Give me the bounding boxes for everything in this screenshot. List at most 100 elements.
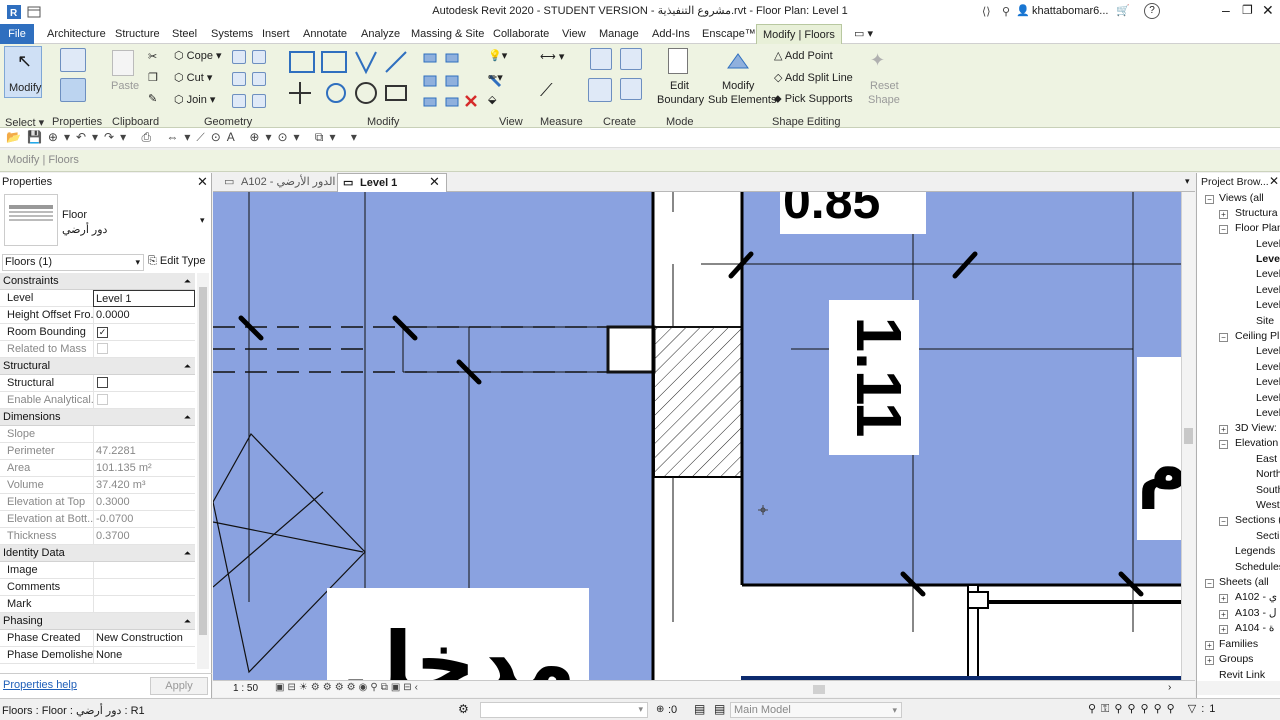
pick-supports-button[interactable]: ⬥ Pick Supports bbox=[774, 93, 853, 106]
canvas-hscroll-right-icon[interactable]: › bbox=[1168, 682, 1171, 693]
modify-sub-label-2[interactable]: Sub Elements bbox=[708, 94, 776, 106]
prop-level[interactable]: Level Level 1 bbox=[0, 290, 195, 307]
properties-scrollbar[interactable] bbox=[197, 273, 209, 669]
tab-structure[interactable]: Structure bbox=[109, 24, 166, 44]
close-icon[interactable]: ✕ bbox=[1262, 2, 1274, 19]
tree-sheet-a102[interactable]: A102 - ي bbox=[1235, 591, 1277, 603]
edit-boundary-label-2[interactable]: Boundary bbox=[657, 94, 704, 106]
tree-site[interactable]: Site bbox=[1256, 315, 1274, 327]
category-constraints[interactable]: Constraints ⏶ bbox=[0, 273, 195, 290]
category-phasing[interactable]: Phasing ⏶ bbox=[0, 613, 195, 630]
measure-icon[interactable]: ⟷ ▾ bbox=[540, 50, 564, 63]
prop-phase-created[interactable]: Phase Created New Construction bbox=[0, 630, 195, 647]
tab-enscape[interactable]: Enscape™ bbox=[696, 24, 762, 44]
tree-families[interactable]: Families bbox=[1219, 638, 1258, 650]
tree-level[interactable]: Level bbox=[1256, 376, 1280, 388]
canvas-hscroll-thumb[interactable] bbox=[813, 685, 825, 694]
prop-phase-demolished[interactable]: Phase Demolished None bbox=[0, 647, 195, 664]
quick-access-icons[interactable]: 📂💾⊕▾↶▾↷▾ ⎙ ⇔▾⟋⊙A ⊕▾⊙▾ ⧉▾ ▾ bbox=[6, 130, 363, 145]
minimize-icon[interactable]: – bbox=[1222, 2, 1230, 18]
cart-icon[interactable]: 🛒 bbox=[1116, 4, 1130, 17]
tree-floor-plans[interactable]: Floor Plan bbox=[1235, 222, 1280, 234]
tree-ceiling-plans[interactable]: Ceiling Pl bbox=[1235, 330, 1279, 342]
view-control-icons[interactable]: ▣⊟☀⚙⚙⚙⚙◉⚲⧉▣⊟‹ bbox=[275, 682, 421, 693]
search-icon[interactable]: ⚲ bbox=[1002, 5, 1010, 18]
properties-icon[interactable] bbox=[60, 78, 86, 102]
worksets-icon[interactable]: ⚙ bbox=[458, 702, 469, 716]
tree-level[interactable]: Level bbox=[1256, 238, 1280, 250]
hide-icon[interactable]: 💡▾ bbox=[488, 49, 507, 62]
prop-structural[interactable]: Structural bbox=[0, 375, 195, 392]
category-structural[interactable]: Structural ⏶ bbox=[0, 358, 195, 375]
tree-structural[interactable]: Structura bbox=[1235, 207, 1278, 219]
close-tab-icon[interactable]: ✕ bbox=[429, 174, 440, 190]
tab-collaborate[interactable]: Collaborate bbox=[487, 24, 555, 44]
dimension-icon[interactable]: ⟋ bbox=[540, 80, 553, 101]
category-dimensions[interactable]: Dimensions ⏶ bbox=[0, 409, 195, 426]
prop-comments[interactable]: Comments bbox=[0, 579, 195, 596]
tabs-dropdown-icon[interactable]: ▾ bbox=[1185, 176, 1190, 187]
cut-geom-icon[interactable]: ✂ bbox=[148, 50, 157, 63]
tab-a102[interactable]: ▭ A102 - الدور الأرضي bbox=[219, 173, 335, 192]
properties-help-link[interactable]: Properties help bbox=[3, 679, 77, 691]
tree-south[interactable]: South bbox=[1256, 484, 1280, 496]
cope-button[interactable]: ⬡ Cope ▾ bbox=[174, 49, 222, 62]
override-icon[interactable]: ✏▾ bbox=[488, 71, 503, 84]
design-options-icon[interactable]: ▤ bbox=[694, 702, 705, 716]
tree-level[interactable]: Level bbox=[1256, 299, 1280, 311]
user-name[interactable]: khattabomar6... bbox=[1032, 5, 1108, 17]
add-split-line-button[interactable]: ◇ Add Split Line bbox=[774, 71, 853, 84]
split-face-icon[interactable] bbox=[252, 94, 266, 108]
user-icon[interactable]: 👤 bbox=[1016, 4, 1030, 17]
workset-select[interactable]: ▾ bbox=[480, 702, 648, 718]
add-point-button[interactable]: △ Add Point bbox=[774, 49, 833, 62]
tree-level[interactable]: Level bbox=[1256, 284, 1280, 296]
tree-views[interactable]: Views (all bbox=[1219, 192, 1264, 204]
tab-steel[interactable]: Steel bbox=[166, 24, 203, 44]
tab-insert[interactable]: Insert bbox=[256, 24, 296, 44]
tab-architecture[interactable]: Architecture bbox=[41, 24, 112, 44]
tree-level[interactable]: Level bbox=[1256, 407, 1280, 419]
tree-north[interactable]: North bbox=[1256, 468, 1280, 480]
element-filter[interactable]: Floors (1) ▾ bbox=[2, 254, 144, 271]
tree-level[interactable]: Level bbox=[1256, 392, 1280, 404]
tree-revit-links[interactable]: Revit Link bbox=[1219, 669, 1265, 680]
copy-icon[interactable]: ❐ bbox=[148, 71, 158, 84]
tree-sections[interactable]: Sections ( bbox=[1235, 514, 1280, 526]
tab-add-ins[interactable]: Add-Ins bbox=[646, 24, 696, 44]
tree-section[interactable]: Secti bbox=[1256, 530, 1279, 542]
cut-button[interactable]: ⬡ Cut ▾ bbox=[174, 71, 212, 84]
canvas-vertical-scrollbar[interactable] bbox=[1181, 192, 1195, 680]
geometry-tool-icon[interactable] bbox=[252, 50, 266, 64]
geometry-tool-icon[interactable] bbox=[232, 72, 246, 86]
paste-button[interactable]: Paste bbox=[111, 80, 139, 92]
structural-checkbox[interactable] bbox=[97, 377, 108, 388]
apply-button[interactable]: Apply bbox=[150, 677, 208, 695]
create-parts-icon[interactable] bbox=[620, 48, 642, 70]
close-browser-icon[interactable]: ✕ bbox=[1269, 174, 1279, 188]
tree-sheet-a103[interactable]: A103 - ل bbox=[1235, 607, 1277, 619]
tree-3d-views[interactable]: 3D View: bbox=[1235, 422, 1277, 434]
tab-manage[interactable]: Manage bbox=[593, 24, 645, 44]
properties-scroll-thumb[interactable] bbox=[199, 287, 207, 635]
category-identity[interactable]: Identity Data ⏶ bbox=[0, 545, 195, 562]
modify-button[interactable]: ↖ Modify bbox=[4, 46, 42, 98]
tab-view[interactable]: View bbox=[556, 24, 592, 44]
prop-height-offset[interactable]: Height Offset Fro... 0.0000 bbox=[0, 307, 195, 324]
type-name[interactable]: Floor bbox=[62, 209, 87, 221]
modify-sub-label-1[interactable]: Modify bbox=[722, 80, 754, 92]
create-similar-icon[interactable] bbox=[620, 78, 642, 100]
tab-systems[interactable]: Systems bbox=[205, 24, 259, 44]
selection-filter-icons[interactable]: ⚲⚿⚲⚲⚲⚲⚲ ▽:1 bbox=[1088, 702, 1220, 716]
type-sub[interactable]: دور أرضي bbox=[62, 223, 107, 236]
drawing-canvas[interactable]: 0.85 1.11 م مدخل bbox=[213, 192, 1181, 680]
tab-annotate[interactable]: Annotate bbox=[297, 24, 353, 44]
tree-level[interactable]: Level bbox=[1256, 361, 1280, 373]
edit-boundary-label-1[interactable]: Edit bbox=[670, 80, 689, 92]
prop-image[interactable]: Image bbox=[0, 562, 195, 579]
tree-elevations[interactable]: Elevation bbox=[1235, 437, 1278, 449]
create-assembly-icon[interactable] bbox=[590, 48, 612, 70]
main-model-select[interactable]: Main Model ▾ bbox=[730, 702, 902, 718]
geometry-tool-icon[interactable] bbox=[232, 50, 246, 64]
tree-groups[interactable]: Groups bbox=[1219, 653, 1253, 665]
